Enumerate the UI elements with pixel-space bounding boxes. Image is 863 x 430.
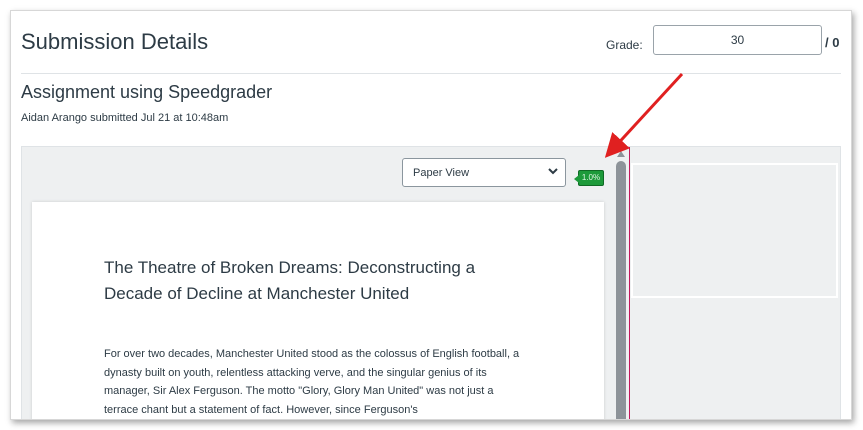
document-viewer: Paper View 1.0% The Theatre of Broken Dr…	[21, 146, 841, 419]
view-mode-value: Paper View	[413, 167, 470, 179]
grade-max: / 0	[825, 35, 840, 50]
document-body: For over two decades, Manchester United …	[104, 348, 520, 416]
page-title: Submission Details	[21, 29, 209, 54]
grade-input[interactable]: 30	[653, 25, 822, 55]
side-panel	[631, 163, 838, 298]
assignment-title: Assignment using Speedgrader	[21, 82, 273, 102]
chevron-down-icon	[548, 168, 558, 175]
panel-divider	[629, 147, 630, 419]
zoom-badge: 1.0%	[574, 170, 604, 186]
scroll-up-icon[interactable]	[617, 151, 625, 157]
grade-label: Grade:	[606, 38, 643, 52]
document-title: The Theatre of Broken Dreams: Deconstruc…	[104, 258, 476, 303]
submission-info: Aidan Arango submitted Jul 21 at 10:48am	[21, 112, 229, 124]
document-page: The Theatre of Broken Dreams: Deconstruc…	[32, 202, 604, 419]
view-mode-select[interactable]: Paper View	[402, 158, 566, 187]
header-divider	[21, 73, 841, 74]
scrollbar-thumb[interactable]	[616, 161, 626, 419]
document-scrollbar[interactable]	[615, 147, 627, 419]
submission-details-window: Submission Details Grade: 30 / 0 Assignm…	[10, 10, 852, 420]
